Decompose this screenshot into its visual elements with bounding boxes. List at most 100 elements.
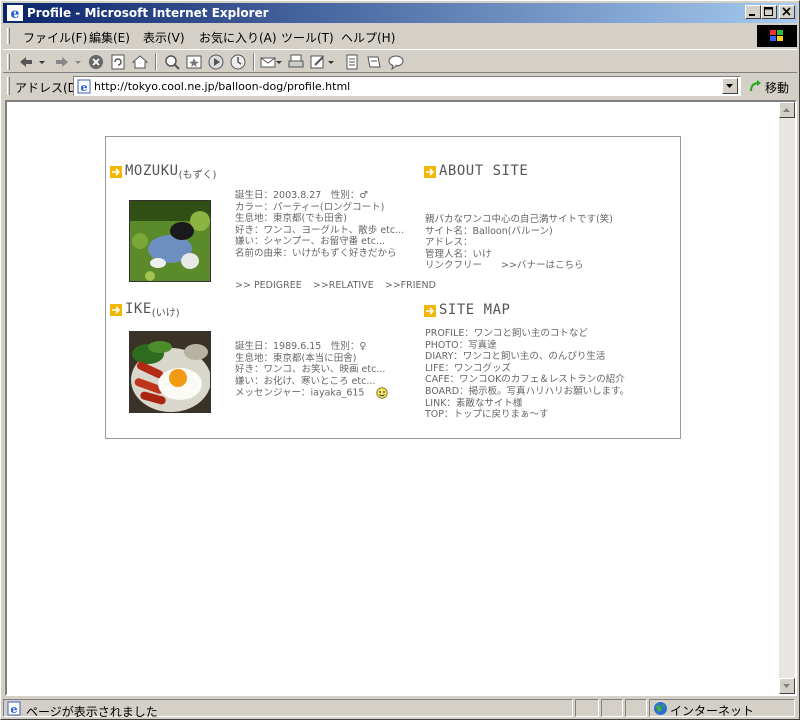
mozuku-links: >> PEDIGREE >>RELATIVE >>FRIEND [235,280,444,291]
maximize-button[interactable] [761,5,777,19]
status-pane [601,699,623,717]
smiley-icon[interactable] [375,387,388,400]
forward-icon[interactable] [53,53,71,71]
sitemap-item-link[interactable]: LINK：素敵なサイト様 [425,398,629,410]
ike-line: 好き：ワンコ、お笑い、映画 etc... [235,364,386,376]
menu-edit[interactable]: 編集(E) [89,29,130,46]
mozuku-line: 名前の由来：いけがもずく好きだから [235,247,397,259]
forward-dropdown-icon[interactable] [73,53,83,71]
about-line: アドレス： [425,237,473,249]
close-button[interactable] [779,5,795,19]
menu-file[interactable]: ファイル(F) [23,29,87,46]
mozuku-line: 好き：ワンコ、ヨーグルト、散歩 etc... [235,224,405,236]
mozuku-line: 誕生日：2003.8.27 性別：♂ [235,190,368,201]
profile-page: MOZUKU(もずく) 誕生日：2003.8.27 性別：♂ カラー：パーティー… [105,136,681,439]
scroll-down-button[interactable] [779,678,795,694]
mail-dropdown-icon[interactable] [275,53,283,71]
scroll-up-button[interactable] [779,102,795,118]
about-line: 管理人名：いけ [425,248,492,260]
friend-link[interactable]: >>FRIEND [385,280,436,291]
menu-grip[interactable] [7,28,10,44]
mozuku-line: 生息地：東京都(でも田舎) [235,213,347,225]
address-dropdown-button[interactable] [722,78,738,94]
ike-photo [129,331,211,413]
zone-text: インターネット [670,704,755,718]
status-text: ページが表示されました [26,705,158,719]
address-grip[interactable] [7,77,10,95]
menu-tools[interactable]: ツール(T) [281,29,334,46]
address-field[interactable]: e [73,76,741,96]
address-bar: アドレス(D) e 移動 [3,74,797,98]
edit-dropdown-icon[interactable] [327,53,335,71]
menu-view[interactable]: 表示(V) [143,29,185,46]
vertical-scrollbar[interactable] [779,102,795,694]
status-pane [625,699,647,717]
ike-name: IKE [125,301,152,317]
sitemap-item-board[interactable]: BOARD：掲示板。写真ハリハリお願いします。 [425,386,629,398]
ike-messenger-text: メッセンジャー：iayaka_615 [235,387,365,399]
browser-window: e Profile - Microsoft Internet Explorer … [0,0,800,720]
arrow-right-icon [424,166,436,178]
arrow-right-icon [110,166,122,178]
page-viewport[interactable]: MOZUKU(もずく) 誕生日：2003.8.27 性別：♂ カラー：パーティー… [5,100,797,696]
svg-text:e: e [11,703,18,716]
mozuku-name: MOZUKU [125,163,179,179]
menu-favorites[interactable]: お気に入り(A) [199,29,277,46]
refresh-icon[interactable] [109,53,127,71]
history-icon[interactable] [229,53,247,71]
mozuku-line: 嫌い：シャンプー、お留守番 etc... [235,236,385,248]
windows-logo-icon [757,25,797,47]
page-icon: e [77,79,91,94]
page-icon: e [7,701,21,716]
about-heading: ABOUT SITE [439,163,529,179]
go-label: 移動 [765,81,790,95]
mozuku-reading: (もずく) [178,170,217,181]
toolbar-separator [155,53,157,71]
banner-link[interactable]: >>バナーはこちら [501,260,583,271]
sitemap-item-profile[interactable]: PROFILE：ワンコと飼い主のコトなど [425,328,629,340]
favorites-icon[interactable] [185,53,203,71]
toolbar-grip[interactable] [7,54,10,70]
pedigree-link[interactable]: >> PEDIGREE [235,280,302,291]
discuss-icon[interactable] [343,53,361,71]
maximize-icon [764,7,773,16]
messenger-icon[interactable] [387,53,405,71]
status-zone-pane: インターネット [649,699,795,718]
about-line: サイト名：Balloon(バルーン) [425,225,553,237]
sitemap-item-diary[interactable]: DIARY：ワンコと飼い主の、のんびり生活 [425,351,629,363]
stop-icon[interactable] [87,53,105,71]
window-title: Profile - Microsoft Internet Explorer [27,6,269,20]
title-bar[interactable]: e Profile - Microsoft Internet Explorer [3,3,797,23]
address-input[interactable] [94,78,714,94]
ike-messenger: メッセンジャー：iayaka_615 [235,387,388,400]
home-icon[interactable] [131,53,149,71]
chevron-down-icon [783,684,790,688]
ike-heading: IKE(いけ) [125,301,180,319]
edit-icon[interactable] [309,53,327,71]
ike-line: 嫌い：お化け、寒いところ etc... [235,375,376,387]
menu-help[interactable]: ヘルプ(H) [341,29,395,46]
ike-line: 生息地：東京都(本当に田舎) [235,352,357,364]
media-icon[interactable] [207,53,225,71]
ie-logo-icon: e [7,5,23,21]
sitemap-item-top[interactable]: TOP：トップに戻りまぁ～す [425,409,629,421]
sitemap-item-photo[interactable]: PHOTO：写真達 [425,340,629,352]
sitemap-item-cafe[interactable]: CAFE：ワンコOKのカフェ＆レストランの紹介 [425,374,629,386]
minimize-icon [749,14,755,16]
about-link-row: リンクフリー >>バナーはこちら [425,260,613,272]
go-button[interactable]: 移動 [747,76,795,96]
chevron-down-icon [726,84,733,88]
back-dropdown-icon[interactable] [37,53,47,71]
sitemap-item-life[interactable]: LIFE：ワンコグッズ [425,363,629,375]
research-icon[interactable] [365,53,383,71]
print-icon[interactable] [287,53,305,71]
arrow-right-icon [424,305,436,317]
search-icon[interactable] [163,53,181,71]
minimize-button[interactable] [745,5,761,19]
about-info: 親バカなワンコ中心の自己満サイトです(笑) サイト名：Balloon(バルーン)… [425,214,613,272]
back-icon[interactable] [17,53,35,71]
relative-link[interactable]: >>RELATIVE [313,280,374,291]
mozuku-heading: MOZUKU(もずく) [125,163,217,181]
ike-info: 誕生日：1989.6.15 性別：♀ 生息地：東京都(本当に田舎) 好き：ワンコ… [235,341,388,400]
go-arrow-icon [750,80,761,92]
